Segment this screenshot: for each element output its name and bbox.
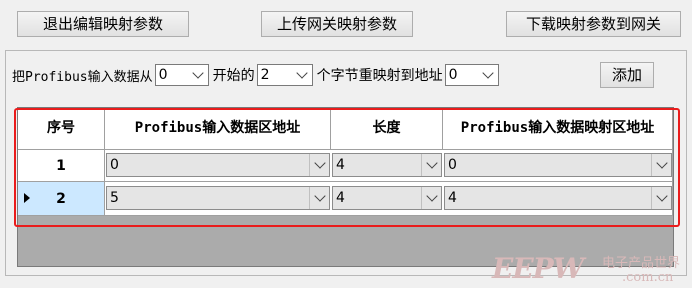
- map-address-dropdown[interactable]: 0: [444, 153, 672, 177]
- column-header-map-address[interactable]: Profibus输入数据映射区地址: [443, 108, 673, 150]
- length-dropdown[interactable]: 4: [332, 186, 442, 210]
- mapping-prefix-label: 把Profibus输入数据从: [12, 69, 153, 85]
- dropdown-button[interactable]: [651, 154, 671, 176]
- dropdown-button[interactable]: [421, 154, 441, 176]
- chevron-down-icon: [655, 191, 669, 205]
- row-index: 1: [56, 157, 66, 174]
- map-address-dropdown[interactable]: 4: [444, 186, 672, 210]
- dropdown-button[interactable]: [651, 187, 671, 209]
- remap-label: 个字节重映射到地址: [316, 68, 443, 84]
- eepw-watermark: EEPW 电子产品世界 .com.cn: [492, 250, 692, 288]
- start-label: 开始的: [212, 68, 255, 84]
- column-header-length[interactable]: 长度: [331, 108, 443, 150]
- chevron-down-icon: [655, 158, 669, 172]
- dropdown-button[interactable]: [309, 154, 329, 176]
- row-index-cell[interactable]: 1: [18, 150, 105, 182]
- column-header-index[interactable]: 序号: [18, 108, 105, 150]
- chevron-down-icon: [425, 191, 439, 205]
- row-index: 2: [56, 190, 66, 207]
- column-header-input-address[interactable]: Profibus输入数据区地址: [105, 108, 331, 150]
- exit-edit-mapping-button[interactable]: 退出编辑映射参数: [17, 11, 189, 37]
- dropdown-button[interactable]: [421, 187, 441, 209]
- chevron-down-icon: [425, 158, 439, 172]
- byte-count-value: 2: [260, 67, 270, 83]
- add-button[interactable]: 添加: [600, 62, 654, 88]
- watermark-tagline: 电子产品世界: [602, 256, 681, 271]
- row-index-cell-selected[interactable]: 2: [18, 182, 105, 216]
- input-address-value: 5: [110, 190, 119, 206]
- map-address-value: 4: [448, 190, 457, 206]
- target-address-select[interactable]: 0: [444, 64, 499, 86]
- chevron-down-icon: [481, 68, 495, 82]
- upload-gateway-mapping-button[interactable]: 上传网关映射参数: [261, 11, 413, 37]
- map-address-value: 0: [448, 157, 457, 173]
- chevron-down-icon: [313, 158, 327, 172]
- chevron-down-icon: [295, 68, 309, 82]
- length-dropdown[interactable]: 4: [332, 153, 442, 177]
- length-value: 4: [336, 190, 345, 206]
- input-address-value: 0: [110, 157, 119, 173]
- mapping-input-row: 把Profibus输入数据从 0 开始的 2 个字节重映射到地址 0: [12, 62, 503, 88]
- watermark-domain: .com.cn: [622, 270, 674, 285]
- current-row-indicator-icon: [24, 193, 30, 203]
- length-value: 4: [336, 157, 345, 173]
- input-address-dropdown[interactable]: 0: [106, 153, 330, 177]
- mapping-window: 退出编辑映射参数 上传网关映射参数 下载映射参数到网关 把Profibus输入数…: [0, 0, 692, 288]
- dropdown-button[interactable]: [309, 187, 329, 209]
- chevron-down-icon: [313, 191, 327, 205]
- from-address-select[interactable]: 0: [154, 64, 209, 86]
- watermark-logo: EEPW: [492, 252, 584, 285]
- input-address-dropdown[interactable]: 5: [106, 186, 330, 210]
- chevron-down-icon: [191, 68, 205, 82]
- byte-count-select[interactable]: 2: [256, 64, 313, 86]
- mapping-grid: 序号 Profibus输入数据区地址 长度 Profibus输入数据映射区地址 …: [17, 107, 674, 267]
- target-address-value: 0: [448, 67, 458, 83]
- download-mapping-to-gateway-button[interactable]: 下载映射参数到网关: [506, 11, 681, 37]
- from-address-value: 0: [158, 67, 168, 83]
